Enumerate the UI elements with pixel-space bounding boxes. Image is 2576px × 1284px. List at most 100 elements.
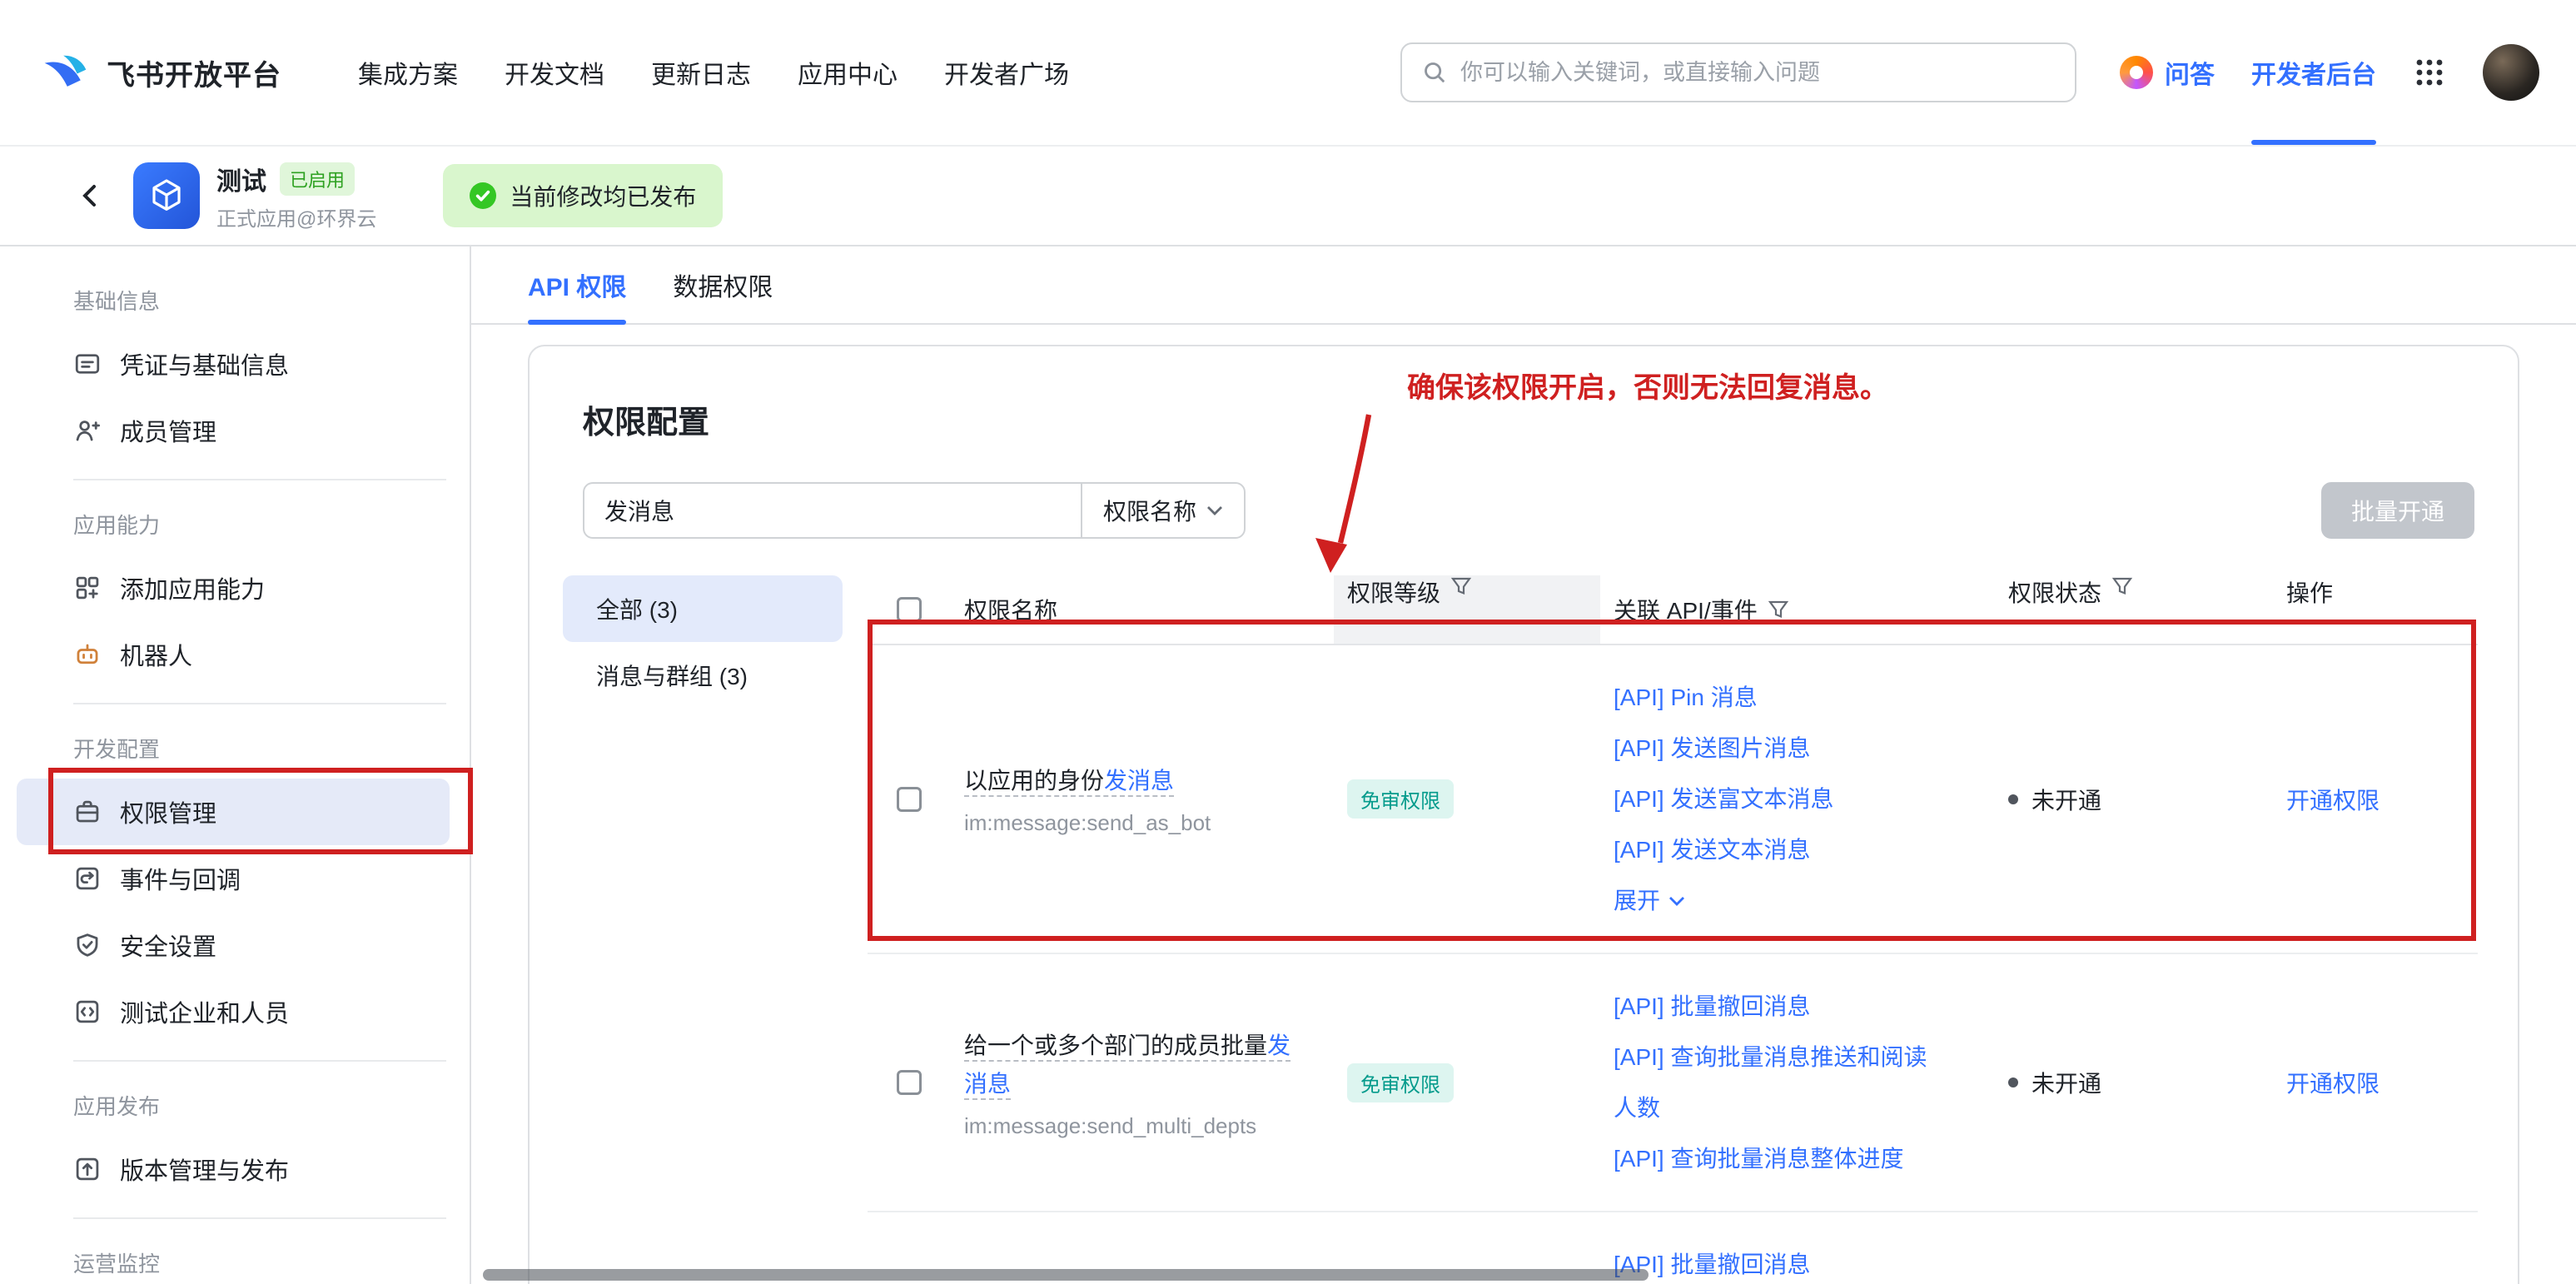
sidebar-item-label: 成员管理	[120, 413, 216, 448]
row-checkbox[interactable]	[897, 787, 922, 812]
qa-label: 问答	[2165, 54, 2215, 91]
sidebar-divider	[73, 479, 446, 480]
permission-search-input[interactable]	[583, 482, 1081, 539]
brand[interactable]: 飞书开放平台	[40, 47, 281, 97]
sidebar-item-credential[interactable]: 凭证与基础信息	[17, 331, 450, 397]
sidebar-section-title: 应用发布	[0, 1065, 470, 1136]
qa-link[interactable]: 问答	[2120, 54, 2215, 91]
qa-icon	[2120, 56, 2153, 89]
sidebar-item-add-capability[interactable]: 添加应用能力	[17, 555, 450, 621]
tab-data-permissions[interactable]: 数据权限	[673, 246, 773, 323]
page-title: 权限配置	[583, 396, 2518, 442]
sidebar-item-version[interactable]: 版本管理与发布	[17, 1136, 450, 1202]
status-dot-icon	[2008, 1077, 2018, 1087]
header-checkbox-cell	[868, 575, 951, 644]
sidebar-item-permission[interactable]: 权限管理	[17, 779, 450, 845]
category-message-group[interactable]: 消息与群组 (3)	[563, 642, 843, 709]
sidebar-item-security[interactable]: 安全设置	[17, 912, 450, 978]
sidebar-section: 开发配置权限管理事件与回调安全设置测试企业和人员	[0, 708, 470, 1062]
topnav-item[interactable]: 开发文档	[505, 54, 604, 91]
related-apis-cell: [API] 批量撤回消息[API] 查询批量消息推送和阅读人数[API] 查询批…	[1600, 954, 1992, 1211]
topnav-item[interactable]: 应用中心	[798, 54, 898, 91]
global-search-input[interactable]	[1460, 60, 2055, 86]
app-header: 测试 已启用 正式应用@环界云 当前修改均已发布	[0, 147, 2576, 246]
sidebar-item-label: 安全设置	[120, 928, 216, 963]
filter-funnel-icon[interactable]	[1768, 599, 1789, 620]
permission-icon	[73, 798, 102, 826]
developer-console-tab[interactable]: 开发者后台	[2251, 0, 2376, 145]
permission-status-cell: 未开通	[1992, 1066, 2266, 1099]
sidebar-section-title: 运营监控	[0, 1222, 470, 1284]
api-link[interactable]: [API] 发送富文本消息	[1614, 774, 1942, 824]
header-permission-status[interactable]: 权限状态	[1992, 575, 2266, 644]
topnav-item[interactable]: 更新日志	[651, 54, 751, 91]
sidebar-item-label: 事件与回调	[120, 861, 241, 896]
sidebar-divider	[73, 703, 446, 704]
sidebar-item-label: 版本管理与发布	[120, 1152, 289, 1187]
header-action: 操作	[2266, 575, 2478, 644]
sidebar-item-label: 添加应用能力	[120, 570, 265, 605]
api-link[interactable]: [API] 查询批量消息整体进度	[1614, 1133, 1942, 1184]
topnav-item[interactable]: 集成方案	[358, 54, 458, 91]
sidebar-item-label: 权限管理	[120, 794, 216, 829]
sidebar-item-members[interactable]: 成员管理	[17, 397, 450, 464]
api-link[interactable]: [API] 发送文本消息	[1614, 824, 1942, 875]
action-cell: 开通权限	[2266, 1066, 2478, 1099]
top-navigation: 飞书开放平台 集成方案 开发文档 更新日志 应用中心 开发者广场 问答 开发者后台	[0, 0, 2576, 147]
sidebar-section: 应用能力添加应用能力机器人	[0, 484, 470, 704]
search-field-select[interactable]: 权限名称	[1081, 482, 1246, 539]
sidebar-divider	[73, 1217, 446, 1219]
header-permission-level[interactable]: 权限等级	[1334, 575, 1600, 644]
sidebar-item-event[interactable]: 事件与回调	[17, 845, 450, 912]
cube-icon	[147, 176, 186, 216]
sidebar-item-label: 机器人	[120, 637, 192, 672]
event-icon	[73, 864, 102, 893]
filter-funnel-icon[interactable]	[1450, 575, 1472, 597]
related-apis-cell: [API] 批量撤回消息[API] 查询批量消息推送和阅读人数	[1600, 1212, 1992, 1284]
api-link[interactable]: [API] 发送图片消息	[1614, 723, 1942, 774]
header-related-apis[interactable]: 关联 API/事件	[1600, 575, 1992, 644]
row-checkbox[interactable]	[897, 1070, 922, 1095]
batch-open-button[interactable]: 批量开通	[2321, 482, 2474, 539]
permission-name[interactable]: 给一个或多个部门的成员批量发消息	[964, 1027, 1307, 1103]
table-row: 以应用的身份发消息im:message:send_as_bot免审权限[API]…	[868, 645, 2478, 954]
feishu-open-platform-console: { "colors": { "accent": "#3370ff", "anno…	[0, 0, 2576, 1284]
api-link[interactable]: [API] 批量撤回消息	[1614, 1239, 1942, 1284]
open-permission-link[interactable]: 开通权限	[2286, 1066, 2380, 1099]
permission-name-text: 给一个或多个部门的成员批量发消息	[964, 1033, 1290, 1100]
global-search[interactable]	[1400, 42, 2076, 102]
select-all-checkbox[interactable]	[897, 597, 922, 622]
filter-funnel-icon[interactable]	[2111, 575, 2133, 597]
permission-level-badge: 免审权限	[1347, 1063, 1454, 1102]
category-all[interactable]: 全部 (3)	[563, 575, 843, 642]
sidebar-item-bot[interactable]: 机器人	[17, 621, 450, 688]
security-icon	[73, 931, 102, 959]
category-column: 全部 (3) 消息与群组 (3)	[563, 575, 843, 709]
api-link[interactable]: [API] 批量撤回消息	[1614, 981, 1942, 1032]
table-controls: 权限名称 批量开通	[583, 482, 2474, 539]
sidebar-section-title: 应用能力	[0, 484, 470, 555]
permission-name-link[interactable]: 发消息	[1104, 768, 1174, 794]
table-row: 给一个或多个部门的成员批量发消息im:message:send_multi_de…	[868, 954, 2478, 1212]
permission-name[interactable]: 以应用的身份发消息	[964, 762, 1307, 800]
user-avatar[interactable]	[2483, 44, 2539, 101]
action-cell: 开通权限	[2266, 783, 2478, 816]
back-button[interactable]	[70, 176, 110, 216]
permission-name-text: 以应用的身份发消息	[964, 768, 1174, 797]
sidebar-section: 运营监控	[0, 1222, 470, 1284]
api-link[interactable]: [API] Pin 消息	[1614, 672, 1942, 723]
version-icon	[73, 1155, 102, 1183]
tab-api-permissions[interactable]: API 权限	[528, 246, 626, 323]
apps-grid-icon[interactable]	[2413, 56, 2446, 89]
sidebar-section: 基础信息凭证与基础信息成员管理	[0, 260, 470, 480]
topnav-item[interactable]: 开发者广场	[944, 54, 1069, 91]
expand-link[interactable]: 展开	[1614, 875, 1942, 926]
sidebar-item-test[interactable]: 测试企业和人员	[17, 978, 450, 1045]
api-link[interactable]: [API] 查询批量消息推送和阅读人数	[1614, 1032, 1942, 1133]
horizontal-scrollbar[interactable]	[483, 1269, 1649, 1281]
publish-status-text: 当前修改均已发布	[510, 179, 696, 212]
brand-name: 飞书开放平台	[107, 52, 281, 93]
table-body: 以应用的身份发消息im:message:send_as_bot免审权限[API]…	[868, 645, 2478, 1284]
enabled-status-badge: 已启用	[280, 162, 355, 196]
open-permission-link[interactable]: 开通权限	[2286, 783, 2380, 816]
